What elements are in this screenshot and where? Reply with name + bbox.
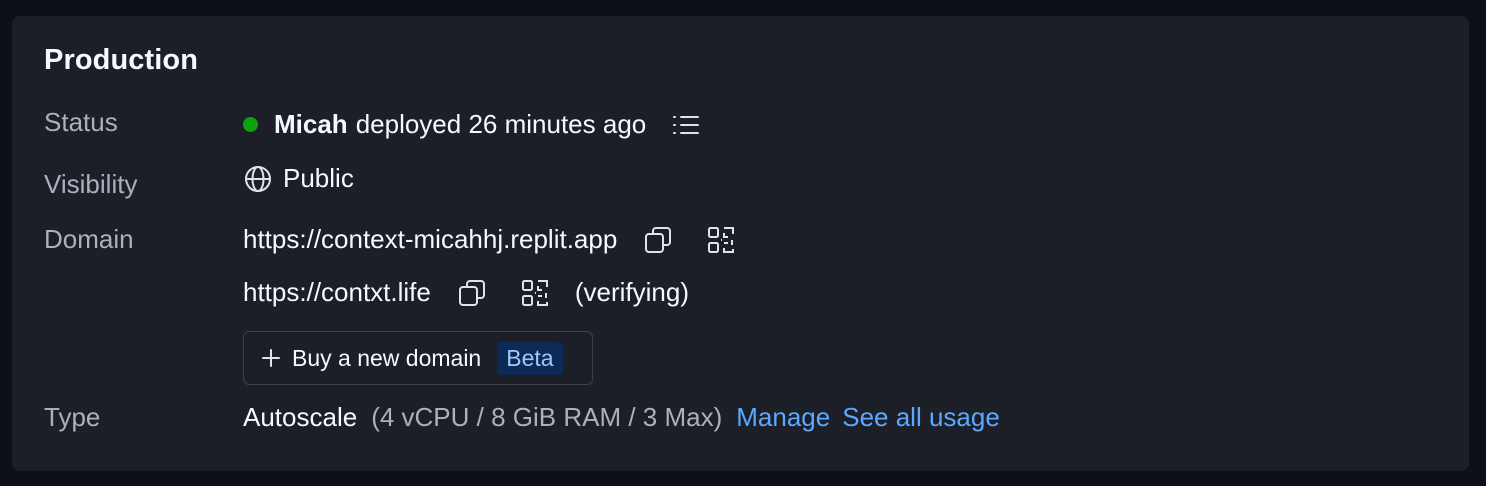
domain-row: https://contxt.life (verifying) [243,277,689,308]
see-all-usage-link[interactable]: See all usage [842,402,1000,433]
visibility-value: Public [283,163,354,193]
list-icon[interactable] [672,113,700,137]
qr-code-icon[interactable] [521,279,549,307]
domain-status-note: (verifying) [574,277,690,307]
visibility-row: Public [243,163,354,194]
buy-domain-button[interactable]: Buy a new domain Beta [243,331,593,385]
production-card: Production Status Micah deployed 26 minu… [12,16,1469,471]
type-value: Autoscale [243,402,358,432]
type-row: Autoscale (4 vCPU / 8 GiB RAM / 3 Max) M… [243,402,1000,433]
globe-icon [243,164,273,194]
type-label: Type [44,402,101,432]
domain-label: Domain [44,224,134,254]
copy-icon[interactable] [457,278,487,308]
status-label: Status [44,107,118,137]
domain-url[interactable]: https://contxt.life [243,277,431,308]
domain-row: https://context-micahhj.replit.app [243,224,735,255]
buy-domain-label: Buy a new domain [292,344,482,371]
domain-url[interactable]: https://context-micahhj.replit.app [243,224,617,255]
deployer-name: Micah [274,109,348,139]
section-title: Production [44,44,199,76]
plus-icon [262,349,280,367]
status-dot [243,117,258,132]
type-specs: (4 vCPU / 8 GiB RAM / 3 Max) [371,402,723,432]
copy-icon[interactable] [643,225,673,255]
visibility-label: Visibility [44,169,138,199]
manage-link[interactable]: Manage [736,402,830,433]
status-row: Micah deployed 26 minutes ago [243,109,700,140]
deploy-time: deployed 26 minutes ago [355,109,647,139]
beta-badge: Beta [497,341,563,375]
qr-code-icon[interactable] [707,226,735,254]
